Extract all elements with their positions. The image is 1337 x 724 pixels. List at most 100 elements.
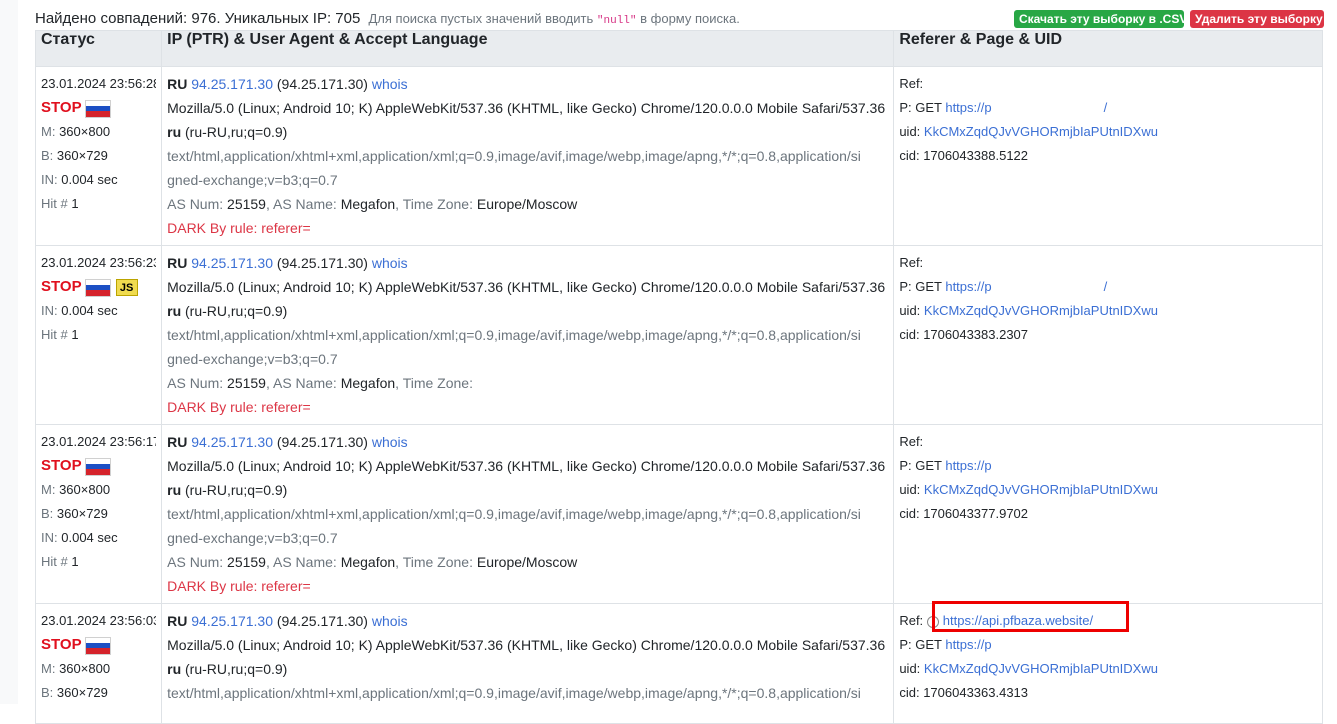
ip-link[interactable]: 94.25.171.30 bbox=[191, 76, 273, 92]
time-in: IN: 0.004 sec bbox=[41, 530, 118, 545]
status-cell: 23.01.2024 23:56:17 STOP M: 360×800 B: 3… bbox=[34, 424, 163, 604]
accept-header-cont: gned-exchange;v=b3;q=0.7 bbox=[167, 351, 338, 367]
cid-line: cid: 1706043377.9702 bbox=[899, 506, 1029, 521]
screen-m: M: 360×800 bbox=[41, 661, 111, 676]
time-in: IN: 0.004 sec bbox=[41, 303, 118, 318]
ptr: (94.25.171.30) bbox=[276, 76, 368, 92]
results-summary-bar: Найдено совпадений: 976. Уникальных IP: … bbox=[35, 8, 1325, 30]
js-icon: JS bbox=[115, 279, 138, 297]
delete-selection-button[interactable]: Удалить эту выборку bbox=[1190, 10, 1324, 28]
user-agent: Mozilla/5.0 (Linux; Android 10; K) Apple… bbox=[167, 100, 886, 116]
accept-header: text/html,application/xhtml+xml,applicat… bbox=[167, 685, 861, 701]
status-line: STOP bbox=[41, 633, 156, 657]
cid-line: cid: 1706043383.2307 bbox=[899, 327, 1029, 342]
table-header: Статус IP (PTR) & User Agent & Accept La… bbox=[34, 30, 1323, 67]
ref-line: Ref: bbox=[899, 434, 924, 449]
as-info: AS Num: 25159, AS Name: Megafon, Time Zo… bbox=[167, 375, 473, 391]
screen-m: M: 360×800 bbox=[41, 482, 111, 497]
status-cell: 23.01.2024 23:56:23 STOP JS IN: 0.004 sec… bbox=[34, 245, 163, 425]
whois-link[interactable]: whois bbox=[372, 613, 408, 629]
referer-cell: Ref: P: GET https://p uid: KkCMxZqdQJvVG… bbox=[893, 424, 1323, 604]
page-link[interactable]: https://p bbox=[945, 100, 991, 115]
accept-language: ru (ru-RU,ru;q=0.9) bbox=[167, 482, 288, 498]
found-count: Найдено совпадений: 976. Уникальных IP: … bbox=[35, 10, 361, 27]
screen-b: B: 360×729 bbox=[41, 148, 108, 163]
uid-link[interactable]: KkCMxZqdQJvVGHORmjbIaPUtnIDXwu bbox=[924, 124, 1158, 139]
ip-line: RU 94.25.171.30 (94.25.171.30) whois bbox=[167, 430, 888, 454]
dark-rule: DARK By rule: referer= bbox=[167, 578, 311, 594]
download-csv-button[interactable]: Скачать эту выборку в .CSV bbox=[1014, 10, 1187, 28]
cid-line: cid: 1706043363.4313 bbox=[899, 685, 1029, 700]
cid-line: cid: 1706043388.5122 bbox=[899, 148, 1029, 163]
header-status[interactable]: Статус bbox=[34, 30, 163, 67]
ip-link[interactable]: 94.25.171.30 bbox=[191, 434, 273, 450]
visit-time: 23.01.2024 23:56:03 bbox=[41, 613, 157, 628]
search-hint: Для поиска пустых значений вводить "null… bbox=[368, 11, 740, 27]
user-agent: Mozilla/5.0 (Linux; Android 10; K) Apple… bbox=[167, 637, 886, 653]
page-link[interactable]: https://p bbox=[945, 458, 991, 473]
stop-badge: STOP bbox=[41, 278, 82, 295]
ip-cell: RU 94.25.171.30 (94.25.171.30) whois Moz… bbox=[161, 245, 895, 425]
russia-flag-icon bbox=[84, 636, 111, 655]
hit-count: Hit # 1 bbox=[41, 327, 79, 342]
table-row: 23.01.2024 23:56:28 STOP M: 360×800 B: 3… bbox=[34, 66, 1323, 246]
stop-badge: STOP bbox=[41, 636, 82, 653]
referer-cell: Ref: P: GET https://p / uid: KkCMxZqdQJvV… bbox=[893, 66, 1323, 246]
referer-highlight-box bbox=[932, 601, 1129, 632]
left-gutter bbox=[0, 0, 18, 704]
screen-b: B: 360×729 bbox=[41, 506, 108, 521]
accept-header: text/html,application/xhtml+xml,applicat… bbox=[167, 506, 861, 522]
ip-link[interactable]: 94.25.171.30 bbox=[191, 255, 273, 271]
referer-cell: Ref: P: GET https://p / uid: KkCMxZqdQJvV… bbox=[893, 245, 1323, 425]
screen-b: B: 360×729 bbox=[41, 685, 108, 700]
russia-flag-icon bbox=[84, 278, 111, 297]
russia-flag-icon bbox=[84, 457, 111, 476]
visit-time: 23.01.2024 23:56:17 bbox=[41, 434, 157, 449]
page-line: P: GET https://p bbox=[899, 458, 992, 473]
table-row: 23.01.2024 23:56:03 STOP M: 360×800 B: 3… bbox=[34, 603, 1323, 724]
visit-time: 23.01.2024 23:56:28 bbox=[41, 76, 157, 91]
ip-cell: RU 94.25.171.30 (94.25.171.30) whois Moz… bbox=[161, 424, 895, 604]
uid-line: uid: KkCMxZqdQJvVGHORmjbIaPUtnIDXwu bbox=[899, 303, 1158, 318]
as-info: AS Num: 25159, AS Name: Megafon, Time Zo… bbox=[167, 554, 578, 570]
stop-badge: STOP bbox=[41, 99, 82, 116]
uid-link[interactable]: KkCMxZqdQJvVGHORmjbIaPUtnIDXwu bbox=[924, 482, 1158, 497]
accept-header-cont: gned-exchange;v=b3;q=0.7 bbox=[167, 172, 338, 188]
country-code: RU bbox=[167, 613, 188, 629]
header-ip[interactable]: IP (PTR) & User Agent & Accept Language bbox=[161, 30, 895, 67]
country-code: RU bbox=[167, 76, 188, 92]
accept-language: ru (ru-RU,ru;q=0.9) bbox=[167, 303, 288, 319]
status-cell: 23.01.2024 23:56:28 STOP M: 360×800 B: 3… bbox=[34, 66, 163, 246]
ip-line: RU 94.25.171.30 (94.25.171.30) whois bbox=[167, 609, 888, 633]
visit-time: 23.01.2024 23:56:23 bbox=[41, 255, 157, 270]
results-summary: Найдено совпадений: 976. Уникальных IP: … bbox=[35, 10, 740, 27]
visits-table: Статус IP (PTR) & User Agent & Accept La… bbox=[34, 30, 1323, 724]
ptr: (94.25.171.30) bbox=[276, 434, 368, 450]
ip-line: RU 94.25.171.30 (94.25.171.30) whois bbox=[167, 72, 888, 96]
accept-header: text/html,application/xhtml+xml,applicat… bbox=[167, 327, 861, 343]
null-code: "null" bbox=[596, 15, 637, 27]
stop-badge: STOP bbox=[41, 457, 82, 474]
dark-rule: DARK By rule: referer= bbox=[167, 399, 311, 415]
time-in: IN: 0.004 sec bbox=[41, 172, 118, 187]
page-line: P: GET https://p / bbox=[899, 279, 1108, 294]
header-referer[interactable]: Referer & Page & UID bbox=[893, 30, 1323, 67]
uid-link[interactable]: KkCMxZqdQJvVGHORmjbIaPUtnIDXwu bbox=[924, 303, 1158, 318]
ip-link[interactable]: 94.25.171.30 bbox=[191, 613, 273, 629]
uid-link[interactable]: KkCMxZqdQJvVGHORmjbIaPUtnIDXwu bbox=[924, 661, 1158, 676]
whois-link[interactable]: whois bbox=[372, 255, 408, 271]
page-link[interactable]: https://p bbox=[945, 279, 991, 294]
uid-line: uid: KkCMxZqdQJvVGHORmjbIaPUtnIDXwu bbox=[899, 482, 1158, 497]
uid-line: uid: KkCMxZqdQJvVGHORmjbIaPUtnIDXwu bbox=[899, 661, 1158, 676]
ip-cell: RU 94.25.171.30 (94.25.171.30) whois Moz… bbox=[161, 603, 895, 724]
table-row: 23.01.2024 23:56:17 STOP M: 360×800 B: 3… bbox=[34, 424, 1323, 604]
as-info: AS Num: 25159, AS Name: Megafon, Time Zo… bbox=[167, 196, 578, 212]
hit-count: Hit # 1 bbox=[41, 196, 79, 211]
ip-cell: RU 94.25.171.30 (94.25.171.30) whois Moz… bbox=[161, 66, 895, 246]
page-line: P: GET https://p / bbox=[899, 100, 1108, 115]
whois-link[interactable]: whois bbox=[372, 434, 408, 450]
page-link[interactable]: https://p bbox=[945, 637, 991, 652]
user-agent: Mozilla/5.0 (Linux; Android 10; K) Apple… bbox=[167, 279, 886, 295]
whois-link[interactable]: whois bbox=[372, 76, 408, 92]
hit-count: Hit # 1 bbox=[41, 554, 79, 569]
